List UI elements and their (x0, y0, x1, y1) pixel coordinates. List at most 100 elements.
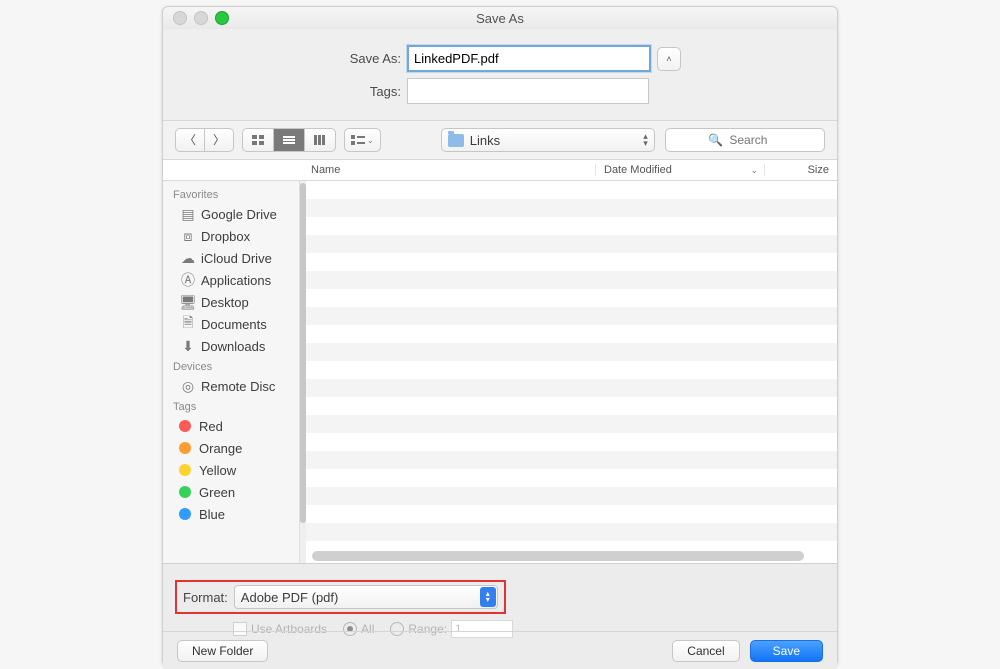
grid-icon (251, 134, 265, 146)
close-window-button[interactable] (173, 11, 187, 25)
sidebar-section-devices: Devices (163, 357, 299, 375)
format-select[interactable]: Adobe PDF (pdf) ▴▾ (234, 585, 498, 609)
options-panel: Format: Adobe PDF (pdf) ▴▾ Use Artboards… (163, 563, 837, 669)
sort-indicator-icon: ⌄ (750, 165, 758, 176)
save-form: Save As: ˄ Tags: (163, 29, 837, 120)
sidebar-item-label: Green (199, 485, 235, 500)
sidebar-item-downloads[interactable]: ⬇ Downloads (163, 335, 299, 357)
column-header-date[interactable]: Date Modified⌄ (596, 164, 765, 176)
tag-dot-icon (179, 464, 191, 476)
chevron-right-icon: 〉 (213, 134, 225, 146)
back-button[interactable]: 〈 (176, 129, 205, 151)
tags-label: Tags: (175, 84, 407, 99)
google-drive-icon: ▤ (179, 206, 197, 223)
downloads-icon: ⬇ (179, 338, 197, 355)
grouping-icon (351, 135, 365, 145)
sidebar-section-favorites: Favorites (163, 185, 299, 203)
sidebar-item-label: Documents (201, 317, 267, 332)
chevron-down-icon: ⌄ (367, 136, 374, 145)
chevron-up-icon: ˄ (666, 54, 671, 64)
sidebar-tag-green[interactable]: Green (163, 481, 299, 503)
column-headers: Name Date Modified⌄ Size (163, 160, 837, 181)
desktop-icon: 🖥 (179, 294, 197, 311)
icloud-icon: ☁ (179, 250, 197, 267)
traffic-lights (173, 11, 229, 25)
nav-back-forward: 〈 〉 (175, 128, 234, 152)
tag-dot-icon (179, 508, 191, 520)
sidebar-item-label: Dropbox (201, 229, 250, 244)
titlebar: Save As (163, 7, 837, 29)
sidebar-tag-red[interactable]: Red (163, 415, 299, 437)
view-switcher (242, 128, 336, 152)
location-popup[interactable]: Links ▴▾ (441, 128, 655, 152)
icon-view-button[interactable] (243, 129, 274, 151)
zoom-window-button[interactable] (215, 11, 229, 25)
window-title: Save As (163, 11, 837, 26)
sidebar-item-applications[interactable]: Ⓐ Applications (163, 269, 299, 291)
list-icon (282, 134, 296, 146)
sidebar-item-label: Desktop (201, 295, 249, 310)
grouping-button[interactable]: ⌄ (345, 129, 380, 151)
select-caret-icon: ▴▾ (480, 587, 496, 607)
sidebar-item-remote-disc[interactable]: ◎ Remote Disc (163, 375, 299, 397)
updown-caret-icon: ▴▾ (643, 133, 648, 147)
browser-body: Favorites ▤ Google Drive ⧈ Dropbox ☁ iCloud… (163, 181, 837, 563)
search-field[interactable]: 🔍 (665, 128, 825, 152)
collapse-button[interactable]: ˄ (657, 47, 681, 71)
horizontal-scrollbar[interactable] (312, 551, 825, 561)
grouping-menu[interactable]: ⌄ (344, 128, 381, 152)
browser-toolbar: 〈 〉 ⌄ Links ▴▾ 🔍 (163, 120, 837, 160)
sidebar-item-label: Google Drive (201, 207, 277, 222)
sidebar-item-label: Applications (201, 273, 271, 288)
file-list[interactable] (306, 181, 837, 563)
list-view-button[interactable] (274, 129, 305, 151)
applications-icon: Ⓐ (179, 270, 197, 290)
sidebar-tag-orange[interactable]: Orange (163, 437, 299, 459)
saveas-label: Save As: (175, 51, 407, 66)
sidebar-item-label: Red (199, 419, 223, 434)
column-view-button[interactable] (305, 129, 335, 151)
dialog-footer: New Folder Cancel Save (163, 631, 837, 669)
sidebar-item-label: Orange (199, 441, 242, 456)
sidebar-item-label: Yellow (199, 463, 236, 478)
tags-input[interactable] (407, 78, 649, 104)
disc-icon: ◎ (179, 378, 197, 395)
columns-icon (313, 134, 327, 146)
sidebar-tag-blue[interactable]: Blue (163, 503, 299, 525)
location-label: Links (470, 133, 500, 148)
save-button[interactable]: Save (750, 640, 823, 662)
column-header-size[interactable]: Size (765, 164, 837, 176)
dropbox-icon: ⧈ (179, 228, 197, 245)
tag-dot-icon (179, 442, 191, 454)
column-header-name[interactable]: Name (303, 164, 596, 176)
sidebar-item-label: Downloads (201, 339, 265, 354)
sidebar-item-dropbox[interactable]: ⧈ Dropbox (163, 225, 299, 247)
sidebar-item-label: iCloud Drive (201, 251, 272, 266)
forward-button[interactable]: 〉 (205, 129, 233, 151)
sidebar-item-documents[interactable]: 🗎 Documents (163, 313, 299, 335)
cancel-button[interactable]: Cancel (672, 640, 739, 662)
sidebar-item-label: Blue (199, 507, 225, 522)
new-folder-button[interactable]: New Folder (177, 640, 268, 662)
format-label: Format: (183, 590, 228, 605)
folder-icon (448, 134, 464, 147)
tag-dot-icon (179, 486, 191, 498)
documents-icon: 🗎 (179, 312, 197, 336)
sidebar-item-label: Remote Disc (201, 379, 275, 394)
sidebar-tag-yellow[interactable]: Yellow (163, 459, 299, 481)
sidebar: Favorites ▤ Google Drive ⧈ Dropbox ☁ iCloud… (163, 181, 300, 563)
save-dialog: Save As Save As: ˄ Tags: 〈 〉 (162, 6, 838, 666)
saveas-input[interactable] (407, 45, 651, 72)
sidebar-item-google-drive[interactable]: ▤ Google Drive (163, 203, 299, 225)
sidebar-item-icloud[interactable]: ☁ iCloud Drive (163, 247, 299, 269)
minimize-window-button[interactable] (194, 11, 208, 25)
search-icon: 🔍 (708, 133, 723, 147)
search-input[interactable] (727, 132, 781, 148)
tag-dot-icon (179, 420, 191, 432)
scrollbar-thumb[interactable] (312, 551, 804, 561)
sidebar-section-tags: Tags (163, 397, 299, 415)
sidebar-item-desktop[interactable]: 🖥 Desktop (163, 291, 299, 313)
format-selected: Adobe PDF (pdf) (241, 590, 339, 605)
format-highlight-box: Format: Adobe PDF (pdf) ▴▾ (175, 580, 506, 614)
chevron-left-icon: 〈 (184, 134, 196, 146)
